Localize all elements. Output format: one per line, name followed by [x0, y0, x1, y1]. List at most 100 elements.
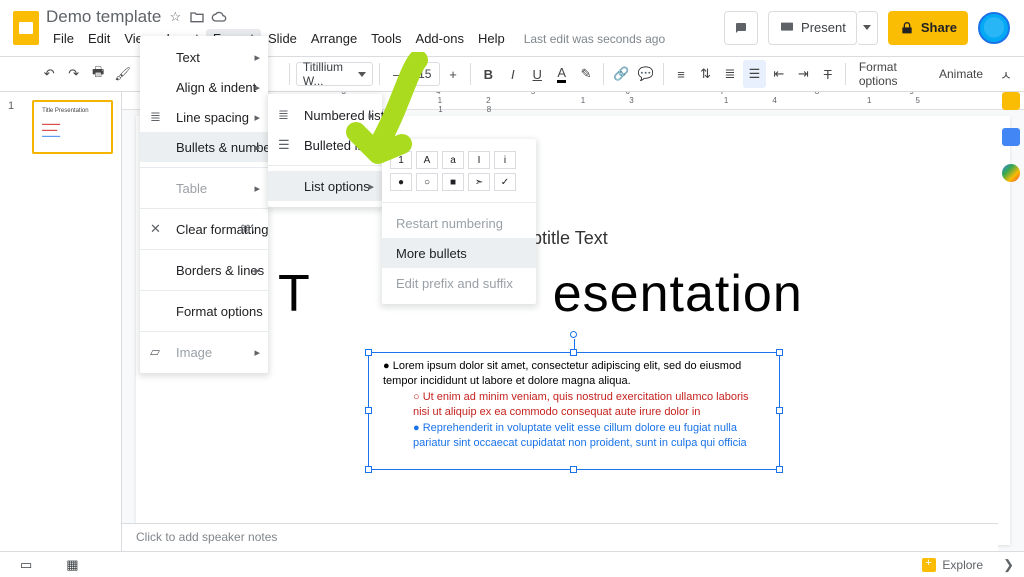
underline-icon[interactable]: U: [526, 60, 548, 88]
format-menu: Text▸ Align & indent▸ ≣Line spacing▸ Bul…: [140, 36, 268, 373]
more-bullets[interactable]: More bullets: [382, 238, 536, 268]
format-clear[interactable]: ✕Clear formatting⌘\: [140, 214, 268, 244]
opt-I[interactable]: I: [468, 151, 490, 169]
subtitle-text[interactable]: btitle Text: [532, 228, 608, 249]
title-text[interactable]: Tesentation: [278, 264, 803, 324]
restart-numbering[interactable]: Restart numbering: [382, 208, 536, 238]
handle-br[interactable]: [776, 466, 783, 473]
italic-icon[interactable]: I: [502, 60, 524, 88]
bullets-submenu: ≣Numbered list▸ ☰Bulleted list▸ List opt…: [268, 94, 382, 207]
handle-ml[interactable]: [365, 407, 372, 414]
decrease-font-icon[interactable]: –: [385, 60, 407, 88]
format-options[interactable]: Format options: [140, 296, 268, 326]
account-avatar[interactable]: [978, 12, 1010, 44]
insert-link-icon[interactable]: 🔗: [610, 60, 632, 88]
font-size-input[interactable]: 15: [410, 62, 440, 86]
print-icon[interactable]: 🖶: [87, 60, 109, 88]
tasks-icon[interactable]: [1002, 128, 1020, 146]
menu-addons[interactable]: Add-ons: [409, 29, 471, 48]
star-icon[interactable]: ☆: [167, 9, 183, 25]
insert-comment-icon[interactable]: 💬: [635, 60, 657, 88]
move-icon[interactable]: [189, 9, 205, 25]
menu-tools[interactable]: Tools: [364, 29, 408, 48]
speaker-notes[interactable]: Click to add speaker notes: [122, 523, 998, 551]
increase-indent-icon[interactable]: ⇥: [792, 60, 814, 88]
opt-a[interactable]: a: [442, 151, 464, 169]
filmstrip: 1 Title Presentation ━━━━━━ ━━━━━ ━━━━━━: [0, 92, 122, 551]
bulleted-list-option[interactable]: ☰Bulleted list▸: [268, 130, 382, 160]
addons-rail-icon[interactable]: [1002, 164, 1020, 182]
align-icon[interactable]: ≡: [670, 60, 692, 88]
slide-thumbnail[interactable]: Title Presentation ━━━━━━ ━━━━━ ━━━━━━: [32, 100, 113, 154]
font-size-value: 15: [418, 67, 431, 81]
format-image[interactable]: ▱Image▸: [140, 337, 268, 367]
highlight-icon[interactable]: ✎: [575, 60, 597, 88]
opt-arrow[interactable]: ➣: [468, 173, 490, 191]
cloud-icon[interactable]: [211, 9, 227, 25]
edit-prefix-suffix[interactable]: Edit prefix and suffix: [382, 268, 536, 298]
menu-arrange[interactable]: Arrange: [304, 29, 364, 48]
undo-icon[interactable]: ↶: [38, 60, 60, 88]
font-selector[interactable]: Titillium W...: [296, 62, 373, 86]
bulleted-list-icon[interactable]: ☰: [743, 60, 765, 88]
decrease-indent-icon[interactable]: ⇤: [768, 60, 790, 88]
explore-button[interactable]: Explore: [922, 558, 983, 572]
opt-square[interactable]: ■: [442, 173, 464, 191]
filmstrip-view-icon[interactable]: ▭: [20, 557, 32, 573]
format-align[interactable]: Align & indent▸: [140, 72, 268, 102]
rotate-handle[interactable]: [570, 331, 577, 338]
clear-format-icon[interactable]: T: [817, 60, 839, 88]
bullet-2[interactable]: Ut enim ad minim veniam, quis nostrud ex…: [383, 390, 765, 421]
list-options[interactable]: List options▸: [268, 171, 382, 201]
present-button[interactable]: Present: [768, 11, 857, 45]
line-spacing-icon[interactable]: ⇅: [694, 60, 716, 88]
present-dropdown[interactable]: [857, 11, 878, 45]
document-name[interactable]: Demo template: [46, 7, 161, 27]
comments-button[interactable]: [724, 11, 758, 45]
menu-help[interactable]: Help: [471, 29, 512, 48]
format-text[interactable]: Text▸: [140, 42, 268, 72]
text-color-icon[interactable]: A: [550, 60, 572, 88]
numbered-list-icon[interactable]: ≣: [719, 60, 741, 88]
slides-logo[interactable]: [6, 11, 46, 45]
explore-label: Explore: [942, 558, 983, 572]
last-edit[interactable]: Last edit was seconds ago: [524, 32, 665, 46]
handle-tl[interactable]: [365, 349, 372, 356]
next-icon[interactable]: ❯: [1003, 557, 1014, 573]
side-panel: [998, 92, 1024, 182]
present-label: Present: [801, 20, 846, 35]
bullet-3[interactable]: Reprehenderit in voluptate velit esse ci…: [383, 421, 765, 452]
bold-icon[interactable]: B: [477, 60, 499, 88]
bullet-1[interactable]: Lorem ipsum dolor sit amet, consectetur …: [383, 359, 765, 390]
format-borders[interactable]: Borders & lines▸: [140, 255, 268, 285]
opt-i[interactable]: i: [494, 151, 516, 169]
format-table[interactable]: Table▸: [140, 173, 268, 203]
opt-A[interactable]: A: [416, 151, 438, 169]
format-options-button[interactable]: Format options: [852, 62, 930, 86]
list-options-submenu: 1 A a I i ● ○ ■ ➣ ✓ Restart numbering Mo…: [382, 139, 536, 304]
handle-bl[interactable]: [365, 466, 372, 473]
menu-file[interactable]: File: [46, 29, 81, 48]
menu-edit[interactable]: Edit: [81, 29, 117, 48]
numbered-list-option[interactable]: ≣Numbered list▸: [268, 100, 382, 130]
opt-1[interactable]: 1: [390, 151, 412, 169]
thumb-title: Title Presentation: [42, 108, 103, 114]
handle-mr[interactable]: [776, 407, 783, 414]
redo-icon[interactable]: ↷: [62, 60, 84, 88]
opt-disc[interactable]: ●: [390, 173, 412, 191]
handle-tm[interactable]: [570, 349, 577, 356]
handle-tr[interactable]: [776, 349, 783, 356]
opt-circle[interactable]: ○: [416, 173, 438, 191]
increase-font-icon[interactable]: +: [442, 60, 464, 88]
grid-view-icon[interactable]: ▦: [66, 557, 78, 573]
share-button[interactable]: Share: [888, 11, 968, 45]
keep-icon[interactable]: [1002, 92, 1020, 110]
handle-bm[interactable]: [570, 466, 577, 473]
paint-format-icon[interactable]: 🖌: [111, 60, 133, 88]
format-linespacing[interactable]: ≣Line spacing▸: [140, 102, 268, 132]
hide-menus-icon[interactable]: ㅅ: [992, 60, 1020, 88]
opt-check[interactable]: ✓: [494, 173, 516, 191]
format-bullets[interactable]: Bullets & numbering▸: [140, 132, 268, 162]
body-textbox[interactable]: Lorem ipsum dolor sit amet, consectetur …: [368, 352, 780, 470]
animate-button[interactable]: Animate: [932, 62, 990, 86]
